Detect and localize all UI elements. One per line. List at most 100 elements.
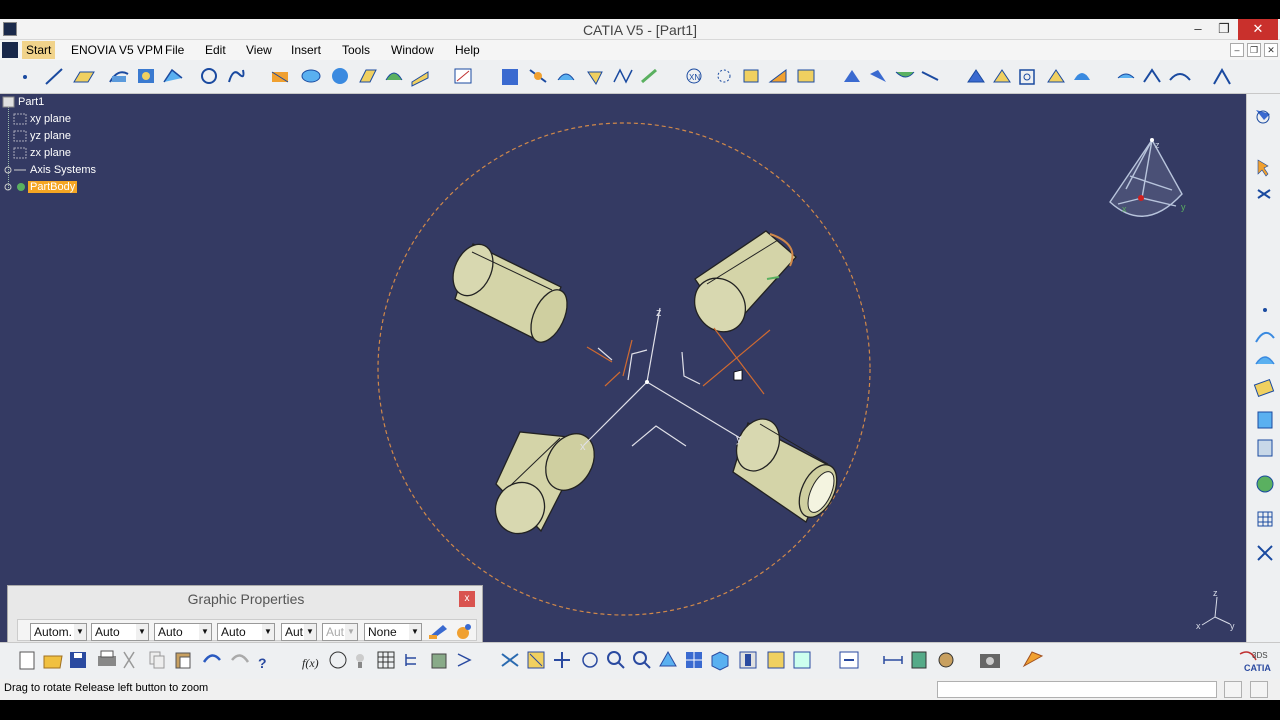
select-icon[interactable]: [1256, 110, 1270, 124]
measure-icon[interactable]: [1117, 73, 1135, 79]
cylinder-bottom-right[interactable]: [728, 412, 844, 523]
menu-tools[interactable]: Tools: [342, 43, 370, 57]
multi-select-icon[interactable]: [1257, 189, 1271, 199]
tree-item-yz-plane[interactable]: yz plane: [30, 130, 71, 142]
line-color-select[interactable]: Auto ▼: [154, 623, 212, 641]
hole-icon[interactable]: [1074, 73, 1090, 80]
zoom-in-icon[interactable]: [607, 651, 625, 669]
transparency-select[interactable]: Auto ▼: [91, 623, 149, 641]
redo-icon[interactable]: [231, 654, 250, 663]
update-icon[interactable]: [839, 651, 859, 669]
menu-edit[interactable]: Edit: [205, 43, 226, 57]
offset-icon[interactable]: [385, 72, 403, 81]
circle-icon[interactable]: [201, 68, 217, 84]
shell-icon[interactable]: [967, 69, 985, 83]
3d-scene[interactable]: z x y z x y z x y: [0, 94, 1246, 642]
whats-this-icon[interactable]: ?: [258, 655, 267, 671]
arrow-select-icon[interactable]: [1257, 159, 1269, 177]
untrim-icon[interactable]: [557, 73, 575, 81]
combine-icon[interactable]: [138, 69, 154, 83]
doc-close-button[interactable]: ✕: [1264, 43, 1278, 57]
trim-icon[interactable]: [613, 68, 633, 84]
normal-view-icon[interactable]: [659, 650, 677, 667]
swap-icon[interactable]: [457, 653, 472, 667]
plane-icon[interactable]: [73, 71, 95, 83]
render-icon[interactable]: [1022, 651, 1044, 668]
sphere-icon[interactable]: [332, 68, 348, 84]
menu-insert[interactable]: Insert: [291, 43, 321, 57]
heal-icon[interactable]: [529, 69, 547, 83]
point-symbol-select[interactable]: Aut ▼: [322, 623, 358, 641]
swap-visible-space-icon[interactable]: [793, 651, 811, 669]
measure-inertia-icon[interactable]: [938, 652, 954, 668]
chamfer-icon[interactable]: [895, 71, 915, 78]
save-icon[interactable]: [70, 652, 86, 668]
grid-icon[interactable]: [1257, 511, 1273, 527]
menu-view[interactable]: View: [246, 43, 272, 57]
reflect-line-icon[interactable]: [163, 68, 183, 83]
status-button-2[interactable]: [1250, 681, 1268, 698]
light-icon[interactable]: [356, 654, 364, 668]
table-icon[interactable]: [377, 651, 395, 669]
properties-icon[interactable]: [453, 621, 475, 641]
extrude-icon[interactable]: [271, 71, 289, 83]
spline-icon[interactable]: [228, 69, 245, 83]
split-icon[interactable]: [587, 71, 603, 85]
volume-tool-icon[interactable]: [1253, 378, 1275, 398]
symmetry-icon[interactable]: [743, 69, 759, 83]
product-icon[interactable]: [1256, 475, 1274, 493]
minimize-button[interactable]: –: [1184, 19, 1212, 40]
tree-icon[interactable]: [405, 654, 416, 666]
line-icon[interactable]: [45, 68, 63, 85]
fly-mode-icon[interactable]: [501, 653, 519, 667]
doc-minimize-button[interactable]: –: [1230, 43, 1244, 57]
translate-icon[interactable]: XN: [686, 68, 702, 84]
rotate-view-icon[interactable]: [582, 652, 598, 668]
measure-between-icon[interactable]: [883, 656, 903, 664]
knowledge-icon[interactable]: [329, 651, 347, 669]
close-button[interactable]: ✕: [1238, 19, 1278, 40]
new-icon[interactable]: [19, 651, 35, 670]
painter-icon[interactable]: [427, 621, 449, 641]
hybrid-body-icon[interactable]: [1257, 411, 1273, 429]
open-icon[interactable]: [43, 655, 63, 669]
thickness-icon[interactable]: [993, 69, 1011, 83]
restore-button[interactable]: ❐: [1210, 19, 1238, 40]
paste-icon[interactable]: [175, 652, 191, 669]
boundary-icon[interactable]: [641, 68, 657, 84]
multi-view-icon[interactable]: [686, 652, 702, 668]
layer-select[interactable]: None ▼: [364, 623, 422, 641]
analysis-icon[interactable]: [1143, 68, 1161, 83]
draft-icon[interactable]: [921, 71, 939, 81]
doc-restore-button[interactable]: ❐: [1247, 43, 1261, 57]
projection-icon[interactable]: [109, 71, 129, 83]
iso-view-icon[interactable]: [711, 651, 729, 671]
pan-icon[interactable]: [554, 652, 570, 668]
snap-icon[interactable]: [1257, 545, 1273, 561]
fill-color-select[interactable]: Autom. ▼: [30, 623, 87, 641]
document-icon[interactable]: [2, 42, 18, 58]
menu-window[interactable]: Window: [391, 43, 434, 57]
scaling-icon[interactable]: [768, 69, 787, 83]
extrapolate-icon[interactable]: [844, 70, 860, 82]
surface-tool-icon[interactable]: [1255, 356, 1275, 365]
connect-icon[interactable]: [1169, 73, 1191, 81]
tree-item-xy-plane[interactable]: xy plane: [30, 113, 71, 125]
menu-file[interactable]: File: [165, 43, 184, 57]
copy-icon[interactable]: [149, 651, 165, 669]
shading-icon[interactable]: [739, 651, 757, 669]
menu-enovia[interactable]: ENOVIA V5 VPM: [71, 43, 163, 57]
box-icon[interactable]: [1019, 69, 1035, 85]
zoom-out-icon[interactable]: [633, 651, 651, 669]
cylinder-top-left[interactable]: [445, 238, 574, 348]
hide-show-icon[interactable]: [767, 651, 785, 669]
revolve-icon[interactable]: [301, 69, 321, 83]
curvature-icon[interactable]: [1213, 67, 1231, 85]
menu-help[interactable]: Help: [455, 43, 480, 57]
point-tool-icon[interactable]: [1263, 308, 1267, 312]
cylinder-top-right[interactable]: [684, 230, 797, 342]
menu-start[interactable]: Start: [22, 41, 56, 59]
cut-icon[interactable]: [123, 651, 135, 669]
undo-icon[interactable]: [202, 654, 221, 663]
command-input[interactable]: [937, 681, 1217, 698]
